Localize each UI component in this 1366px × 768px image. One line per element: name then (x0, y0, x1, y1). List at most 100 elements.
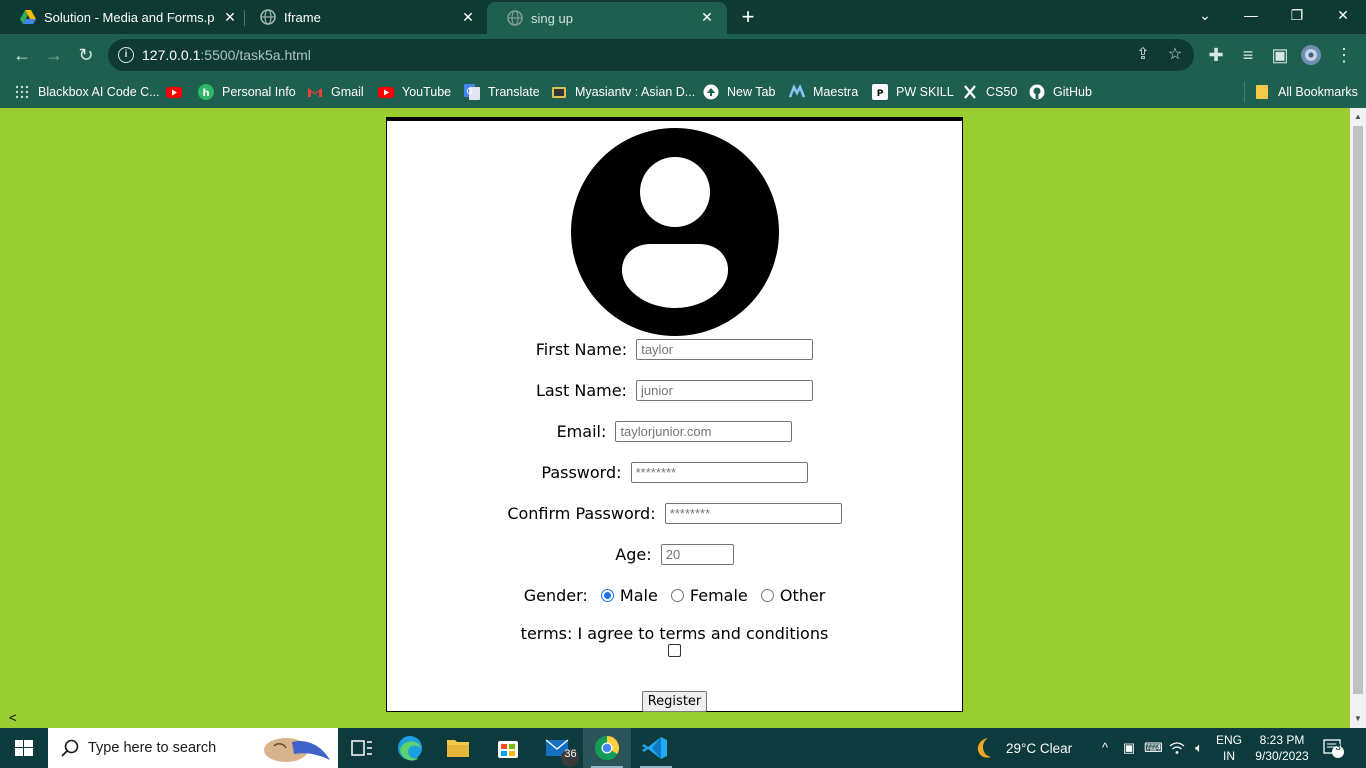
gender-other-radio[interactable] (760, 589, 774, 602)
globe-icon (507, 10, 523, 26)
windows-start-icon[interactable] (0, 728, 48, 768)
tab-search-chevron-icon[interactable]: ⌄ (1182, 0, 1228, 30)
gender-female-radio[interactable] (670, 589, 684, 602)
last-name-input[interactable] (636, 380, 814, 401)
share-icon[interactable]: ⇪ (1134, 46, 1152, 64)
microsoft-store-icon[interactable] (484, 728, 532, 768)
confirm-password-input[interactable] (664, 503, 842, 524)
bookmark-translate[interactable]: G Translate (464, 82, 540, 102)
bookmark-gmail[interactable]: Gmail (307, 82, 364, 102)
password-input[interactable] (630, 462, 808, 483)
close-tab-icon[interactable]: ✕ (222, 9, 238, 25)
gender-male-radio[interactable] (600, 589, 614, 602)
forward-arrow-icon[interactable]: → (43, 44, 65, 66)
bookmark-myasiantv[interactable]: Myasiantv : Asian D... (551, 82, 695, 102)
bookmark-youtube-short[interactable] (166, 82, 190, 102)
mail-badge: 36 (564, 748, 577, 760)
meet-now-icon[interactable]: ▣ (1121, 740, 1137, 756)
cs50-icon (962, 84, 978, 100)
svg-text:P: P (877, 89, 884, 99)
notifications-button[interactable]: 3 (1322, 728, 1344, 768)
translate-icon: G (464, 84, 480, 100)
address-bar[interactable]: i 127.0.0.1:5500/task5a.html ⇪ ☆ (108, 39, 1194, 71)
site-info-icon[interactable]: i (118, 47, 134, 63)
pw-skill-icon: P (872, 84, 888, 100)
volume-icon[interactable]: 🔈︎ (1191, 740, 1207, 756)
reload-icon[interactable]: ↻ (75, 44, 97, 66)
new-tab-icon[interactable]: + (738, 6, 758, 28)
page-scrollbar[interactable]: ▲ ▼ (1350, 108, 1366, 728)
profile-avatar-icon[interactable] (1300, 44, 1322, 66)
gender-label: Gender: (523, 586, 588, 605)
back-arrow-icon[interactable]: ← (11, 44, 33, 66)
gender-male-label: Male (619, 586, 658, 605)
moon-icon (977, 738, 991, 758)
extensions-icon[interactable]: ✚ (1205, 44, 1227, 66)
weather-widget[interactable]: 29°C Clear (972, 728, 1072, 768)
gender-row: Gender: Male Female Other (387, 585, 962, 605)
show-hidden-icons-chevron-icon[interactable]: ^ (1097, 740, 1113, 756)
bookmark-maestra[interactable]: Maestra (788, 82, 858, 102)
bookmark-personal-info[interactable]: h Personal Info (198, 82, 296, 102)
close-window-icon[interactable]: ✕ (1320, 0, 1366, 30)
notification-count: 3 (1335, 742, 1341, 753)
side-panel-icon[interactable]: ▣ (1269, 44, 1291, 66)
scroll-down-icon[interactable]: ▼ (1350, 712, 1366, 726)
blackbox-icon (14, 84, 30, 100)
vscode-icon[interactable] (632, 728, 680, 768)
tab-solution-pdf[interactable]: Solution - Media and Forms.pdf ✕ (0, 0, 250, 34)
browser-tab-strip: Solution - Media and Forms.pdf ✕ Iframe … (0, 0, 1366, 34)
maestra-icon (788, 83, 806, 100)
signup-form-card: First Name: Last Name: Email: Password: … (386, 117, 963, 712)
bookmark-blackbox[interactable]: Blackbox AI Code C... (14, 82, 160, 102)
bookmark-github[interactable]: GitHub (1029, 82, 1092, 102)
first-name-input[interactable] (636, 339, 814, 360)
age-label: Age: (615, 545, 652, 564)
bookmark-star-icon[interactable]: ☆ (1166, 46, 1184, 64)
restore-icon[interactable]: ❐ (1274, 0, 1320, 30)
password-row: Password: (387, 462, 962, 483)
close-tab-icon[interactable]: ✕ (460, 9, 476, 25)
minimize-icon[interactable]: — (1228, 0, 1274, 30)
confirm-password-label: Confirm Password: (507, 504, 656, 523)
windows-taskbar: Type here to search 36 29°C Clear ^ ▣ ⌨ … (0, 728, 1366, 768)
chrome-icon[interactable] (583, 728, 631, 768)
browser-toolbar: ← → ↻ i 127.0.0.1:5500/task5a.html ⇪ ☆ ✚… (0, 34, 1366, 76)
media-queue-icon[interactable]: ≡ (1237, 44, 1259, 66)
bookmark-new-tab[interactable]: New Tab (703, 82, 775, 102)
bookmark-pw-skill[interactable]: P PW SKILL (872, 82, 954, 102)
password-label: Password: (541, 463, 622, 482)
bookmark-cs50[interactable]: CS50 (962, 82, 1017, 102)
wifi-icon[interactable] (1169, 740, 1185, 756)
gender-female-label: Female (689, 586, 748, 605)
search-icon (61, 739, 79, 757)
file-explorer-icon[interactable] (434, 728, 482, 768)
terms-checkbox[interactable] (668, 644, 681, 657)
first-name-label: First Name: (535, 340, 628, 359)
personal-info-icon: h (198, 84, 214, 100)
tab-iframe[interactable]: Iframe ✕ (240, 0, 488, 34)
edge-icon[interactable] (386, 728, 434, 768)
bookmark-youtube[interactable]: YouTube (378, 82, 451, 102)
all-bookmarks[interactable]: All Bookmarks (1244, 82, 1358, 102)
folder-icon (1254, 84, 1270, 100)
tab-sing-up[interactable]: sing up ✕ (487, 2, 727, 34)
keyboard-icon[interactable]: ⌨ (1144, 740, 1163, 756)
age-input[interactable] (660, 544, 734, 565)
last-name-label: Last Name: (535, 381, 627, 400)
register-button[interactable]: Register (642, 691, 707, 712)
clock-date: 9/30/2023 (1255, 749, 1309, 763)
language-indicator[interactable]: ENG IN (1216, 728, 1242, 768)
email-input[interactable] (615, 421, 793, 442)
globe-icon (260, 9, 276, 25)
gender-other-label: Other (779, 586, 826, 605)
scrollbar-thumb[interactable] (1353, 126, 1363, 694)
close-tab-icon[interactable]: ✕ (699, 9, 715, 25)
url-text[interactable]: 127.0.0.1:5500/task5a.html (142, 47, 311, 63)
mail-icon[interactable]: 36 (534, 728, 582, 768)
scroll-up-icon[interactable]: ▲ (1350, 110, 1366, 124)
taskbar-search-box[interactable]: Type here to search (48, 728, 338, 768)
clock[interactable]: 8:23 PM 9/30/2023 (1253, 728, 1311, 768)
menu-kebab-icon[interactable]: ⋮ (1333, 44, 1355, 66)
task-view-icon[interactable] (338, 728, 386, 768)
